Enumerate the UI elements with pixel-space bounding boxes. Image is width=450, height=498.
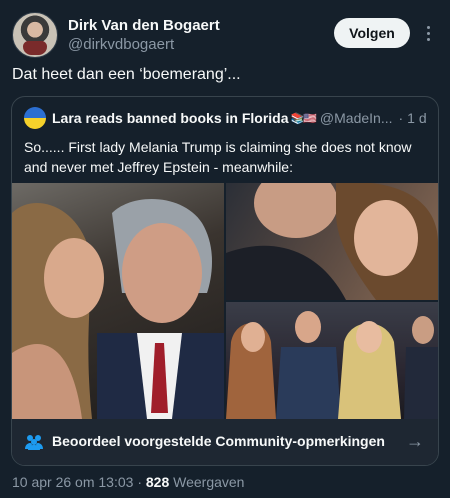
tweet-header: Dirk Van den Bogaert @dirkvdbogaert Volg… bbox=[12, 12, 438, 60]
views-label: Weergaven bbox=[173, 474, 245, 490]
community-notes-icon bbox=[25, 435, 43, 450]
quoted-author-handle[interactable]: @MadeIn... bbox=[320, 110, 393, 126]
community-notes-bar[interactable]: Beoordeel voorgestelde Community-opmerki… bbox=[12, 419, 438, 465]
quoted-separator: · bbox=[398, 110, 404, 126]
views-count: 828 bbox=[145, 474, 170, 490]
quoted-author-emoji: 📚🇺🇸 bbox=[290, 112, 317, 125]
media-image-1[interactable] bbox=[12, 183, 224, 419]
tweet-meta: 10 apr 26 om 13:03 · 828 Weergaven bbox=[12, 474, 244, 490]
quoted-time[interactable]: 1 d bbox=[407, 110, 426, 126]
media-image-1-art bbox=[12, 199, 224, 419]
tweet-text: Dat heet dan een ‘boemerang’... bbox=[12, 66, 241, 83]
arrow-right-icon[interactable]: → bbox=[406, 431, 424, 452]
quoted-tweet[interactable]: Lara reads banned books in Florida 📚🇺🇸 @… bbox=[11, 96, 439, 466]
follow-button[interactable]: Volgen bbox=[334, 18, 410, 48]
quoted-author-avatar[interactable] bbox=[24, 107, 46, 129]
quoted-author-name[interactable]: Lara reads banned books in Florida bbox=[52, 110, 289, 126]
author-handle[interactable]: @dirkvdbogaert bbox=[68, 35, 220, 55]
avatar-figure bbox=[23, 41, 47, 55]
author-avatar[interactable] bbox=[12, 12, 58, 58]
media-image-2[interactable] bbox=[226, 183, 438, 300]
media-image-3-art bbox=[226, 311, 438, 419]
community-notes-label[interactable]: Beoordeel voorgestelde Community-opmerki… bbox=[52, 433, 385, 449]
more-options-icon[interactable] bbox=[418, 20, 438, 46]
media-grid bbox=[12, 183, 438, 419]
author-names: Dirk Van den Bogaert @dirkvdbogaert bbox=[68, 16, 220, 55]
quoted-tweet-header: Lara reads banned books in Florida 📚🇺🇸 @… bbox=[24, 107, 428, 129]
meta-separator: · bbox=[137, 474, 142, 490]
author-display-name[interactable]: Dirk Van den Bogaert bbox=[68, 16, 220, 35]
media-image-3[interactable] bbox=[226, 302, 438, 419]
quoted-tweet-text: So...... First lady Melania Trump is cla… bbox=[24, 139, 412, 175]
tweet-page: Dirk Van den Bogaert @dirkvdbogaert Volg… bbox=[0, 0, 450, 498]
media-image-2-art bbox=[226, 183, 438, 300]
tweet-timestamp[interactable]: 10 apr 26 om 13:03 bbox=[12, 474, 133, 490]
